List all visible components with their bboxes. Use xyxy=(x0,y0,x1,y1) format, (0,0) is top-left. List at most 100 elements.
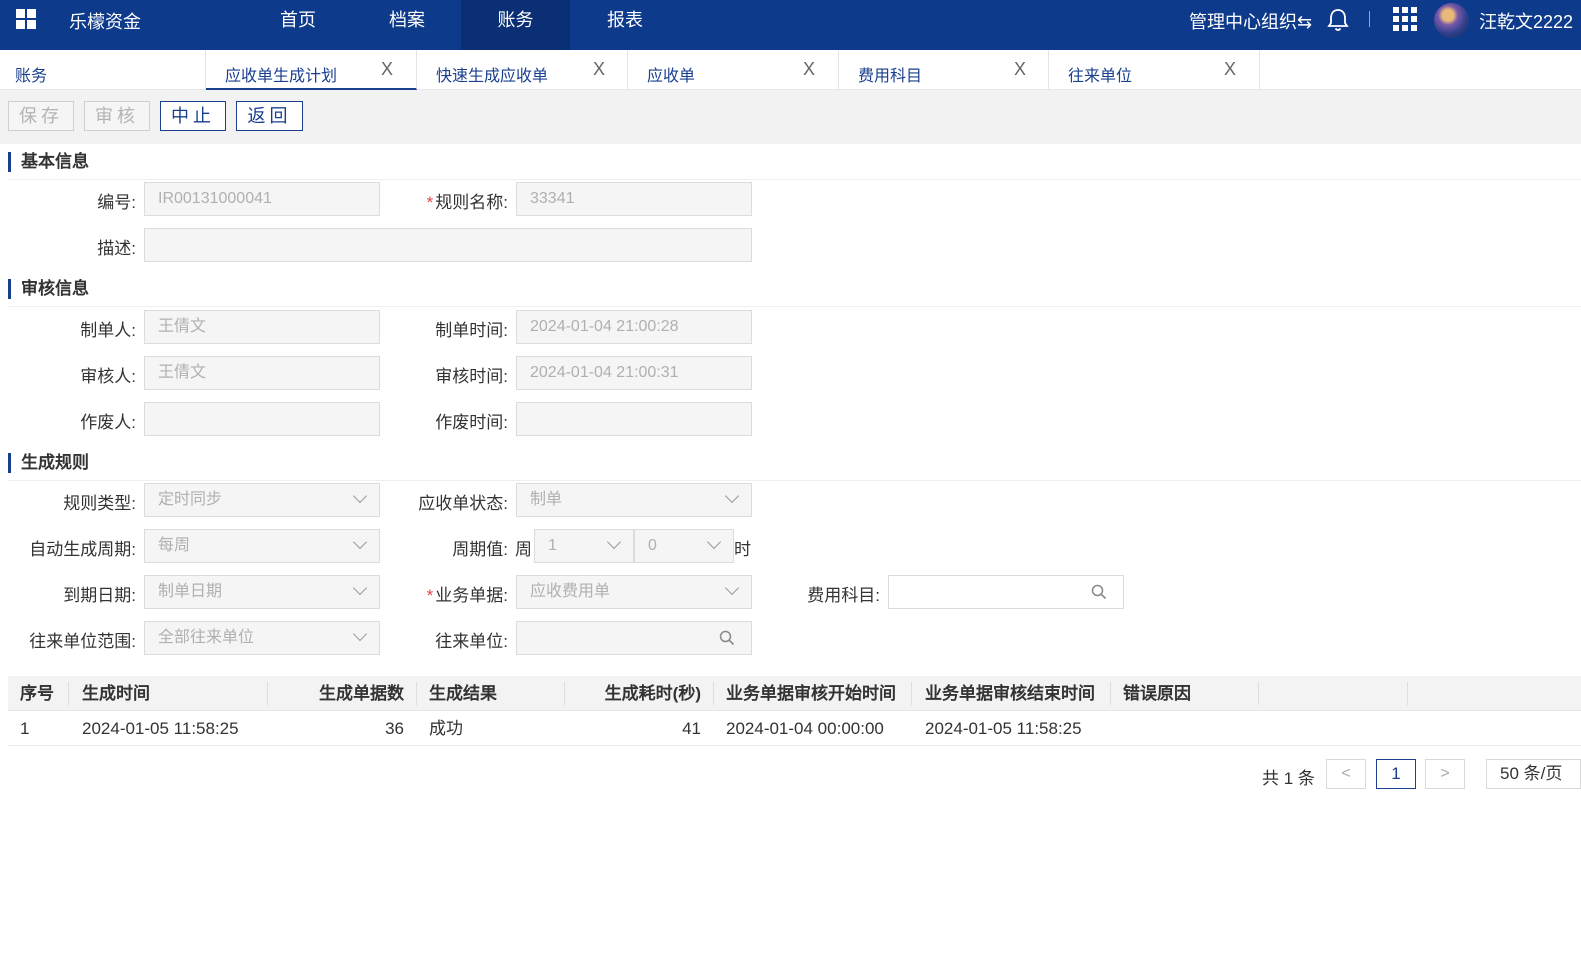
biz-doc-value: 应收费用单 xyxy=(530,583,611,600)
app-name: 乐檬资金 xyxy=(69,12,141,32)
apps-grid-icon[interactable] xyxy=(1393,7,1417,31)
partner-field[interactable] xyxy=(516,621,752,655)
week-select[interactable]: 1 xyxy=(534,529,634,563)
close-icon[interactable]: X xyxy=(803,59,815,80)
create-time-label: 制单时间: xyxy=(435,321,508,340)
cycle-select[interactable]: 每周 xyxy=(144,529,380,563)
save-button[interactable]: 保存 xyxy=(8,101,74,131)
rule-name-label: * 规则名称: xyxy=(426,193,508,212)
tab-receivable[interactable]: 应收单 X xyxy=(628,50,839,90)
cell-gen-time: 2024-01-05 11:58:25 xyxy=(82,719,239,738)
pager-total: 共 1 条 xyxy=(1262,769,1315,788)
table-row[interactable]: 1 2024-01-05 11:58:25 36 成功 41 2024-01-0… xyxy=(8,711,1581,746)
week-value: 1 xyxy=(548,537,557,554)
column-divider[interactable] xyxy=(68,682,69,705)
chevron-down-icon xyxy=(724,488,740,504)
toolbar: 保存 审核 中止 返回 xyxy=(0,90,1581,144)
col-audit-end: 业务单据审核结束时间 xyxy=(925,684,1095,703)
nav-reports[interactable]: 报表 xyxy=(575,0,675,50)
avatar[interactable] xyxy=(1434,3,1469,38)
due-date-label: 到期日期: xyxy=(63,586,136,605)
partner-scope-select[interactable]: 全部往来单位 xyxy=(144,621,380,655)
bill-status-label: 应收单状态: xyxy=(418,494,508,513)
void-time-field[interactable] xyxy=(516,402,752,436)
table-header: 序号 生成时间 生成单据数 生成结果 生成耗时(秒) 业务单据审核开始时间 业务… xyxy=(8,676,1581,711)
page-1-button[interactable]: 1 xyxy=(1376,759,1416,789)
cell-audit-start: 2024-01-04 00:00:00 xyxy=(726,719,884,738)
partner-scope-value: 全部往来单位 xyxy=(158,629,255,646)
col-audit-start: 业务单据审核开始时间 xyxy=(726,684,896,703)
close-icon[interactable]: X xyxy=(1014,59,1026,80)
col-result: 生成结果 xyxy=(429,684,497,703)
column-divider[interactable] xyxy=(416,682,417,705)
section-audit-info: 审核信息 xyxy=(8,279,89,299)
bell-icon[interactable] xyxy=(1326,7,1350,33)
tab-quick-generate[interactable]: 快速生成应收单 X xyxy=(417,50,628,90)
tab-label: 账务 xyxy=(15,68,48,85)
close-icon[interactable]: X xyxy=(1224,59,1236,80)
code-field[interactable]: IR00131000041 xyxy=(144,182,380,216)
nav-home[interactable]: 首页 xyxy=(248,0,348,50)
fee-subject-label: 费用科目: xyxy=(807,586,880,605)
cycle-label: 自动生成周期: xyxy=(29,540,136,559)
chevron-down-icon xyxy=(352,626,368,642)
column-divider[interactable] xyxy=(1258,682,1259,705)
column-divider[interactable] xyxy=(1407,682,1408,705)
col-seq: 序号 xyxy=(20,684,54,703)
cell-duration: 41 xyxy=(682,719,701,738)
tab-accounting-home[interactable]: 账务 xyxy=(0,50,206,90)
cycle-value-label: 周期值: xyxy=(452,540,508,559)
chevron-down-icon xyxy=(352,580,368,596)
due-date-select[interactable]: 制单日期 xyxy=(144,575,380,609)
tab-label: 应收单 xyxy=(647,68,696,85)
org-switch-icon: ⇆ xyxy=(1297,12,1313,32)
creator-label: 制单人: xyxy=(80,321,136,340)
biz-doc-select[interactable]: 应收费用单 xyxy=(516,575,752,609)
tab-bar: 账务 应收单生成计划 X 快速生成应收单 X 应收单 X 费用科目 X 往来单位… xyxy=(0,50,1581,90)
column-divider[interactable] xyxy=(911,682,912,705)
biz-doc-label: * 业务单据: xyxy=(426,586,508,605)
rule-type-select[interactable]: 定时同步 xyxy=(144,483,380,517)
nav-accounting[interactable]: 账务 xyxy=(461,0,570,50)
tab-partner[interactable]: 往来单位 X xyxy=(1049,50,1260,90)
tab-fee-subject[interactable]: 费用科目 X xyxy=(839,50,1049,90)
top-navbar: 乐檬资金 首页 档案 账务 报表 管理中心组织⇆ 汪乾文2222 xyxy=(0,0,1581,50)
due-date-value: 制单日期 xyxy=(158,583,223,600)
prev-page-button[interactable]: < xyxy=(1326,759,1366,789)
hour-select[interactable]: 0 xyxy=(634,529,734,563)
search-icon[interactable] xyxy=(1091,584,1107,600)
chevron-down-icon xyxy=(724,580,740,596)
creator-field[interactable]: 王倩文 xyxy=(144,310,380,344)
voider-field[interactable] xyxy=(144,402,380,436)
close-icon[interactable]: X xyxy=(381,59,393,80)
bill-status-select[interactable]: 制单 xyxy=(516,483,752,517)
cell-audit-end: 2024-01-05 11:58:25 xyxy=(925,719,1082,738)
page-size-select[interactable]: 50 条/页 xyxy=(1486,759,1581,789)
stop-button[interactable]: 中止 xyxy=(160,101,226,131)
next-page-button[interactable]: > xyxy=(1425,759,1465,789)
audit-button[interactable]: 审核 xyxy=(84,101,150,131)
divider xyxy=(8,179,1581,180)
chevron-down-icon xyxy=(352,488,368,504)
tab-label: 往来单位 xyxy=(1068,68,1133,85)
tab-receivable-plan[interactable]: 应收单生成计划 X xyxy=(206,50,417,90)
chevron-down-icon xyxy=(606,534,622,550)
audit-time-field[interactable]: 2024-01-04 21:00:31 xyxy=(516,356,752,390)
close-icon[interactable]: X xyxy=(593,59,605,80)
nav-archive[interactable]: 档案 xyxy=(357,0,457,50)
column-divider[interactable] xyxy=(1110,682,1111,705)
search-icon[interactable] xyxy=(719,630,735,646)
rule-name-field[interactable]: 33341 xyxy=(516,182,752,216)
description-field[interactable] xyxy=(144,228,752,262)
org-switcher[interactable]: 管理中心组织⇆ xyxy=(1189,8,1312,34)
app-menu-icon[interactable] xyxy=(16,9,36,29)
fee-subject-field[interactable] xyxy=(888,575,1124,609)
create-time-field[interactable]: 2024-01-04 21:00:28 xyxy=(516,310,752,344)
column-divider[interactable] xyxy=(713,682,714,705)
divider xyxy=(1369,11,1370,27)
back-button[interactable]: 返回 xyxy=(236,101,303,131)
tab-label: 应收单生成计划 xyxy=(225,68,338,85)
col-error-reason: 错误原因 xyxy=(1123,684,1191,703)
auditor-field[interactable]: 王倩文 xyxy=(144,356,380,390)
user-name[interactable]: 汪乾文2222 xyxy=(1479,8,1573,34)
